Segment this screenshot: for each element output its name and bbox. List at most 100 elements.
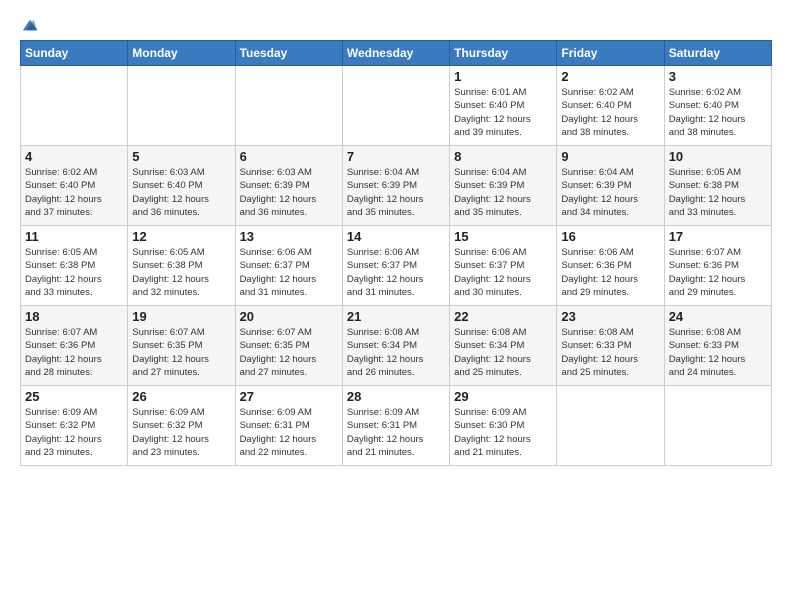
day-info: Sunrise: 6:07 AM Sunset: 6:36 PM Dayligh…	[669, 246, 767, 299]
calendar-cell	[342, 66, 449, 146]
calendar-cell	[21, 66, 128, 146]
day-number: 6	[240, 149, 338, 164]
calendar-header: SundayMondayTuesdayWednesdayThursdayFrid…	[21, 41, 772, 66]
weekday-header-wednesday: Wednesday	[342, 41, 449, 66]
day-number: 1	[454, 69, 552, 84]
calendar-cell: 3Sunrise: 6:02 AM Sunset: 6:40 PM Daylig…	[664, 66, 771, 146]
calendar-cell: 18 Sunrise: 6:07 AM Sunset: 6:36 PM Dayli…	[21, 306, 128, 386]
calendar-cell: 20Sunrise: 6:07 AM Sunset: 6:35 PM Dayli…	[235, 306, 342, 386]
weekday-header-monday: Monday	[128, 41, 235, 66]
weekday-header-thursday: Thursday	[450, 41, 557, 66]
day-info: Sunrise: 6:02 AM Sunset: 6:40 PM Dayligh…	[25, 166, 123, 219]
day-number: 7	[347, 149, 445, 164]
day-number: 10	[669, 149, 767, 164]
calendar-table: SundayMondayTuesdayWednesdayThursdayFrid…	[20, 40, 772, 466]
day-number: 2	[561, 69, 659, 84]
day-info: Sunrise: 6:02 AM Sunset: 6:40 PM Dayligh…	[669, 86, 767, 139]
header-area	[20, 16, 772, 30]
logo-icon	[21, 16, 39, 34]
weekday-header-tuesday: Tuesday	[235, 41, 342, 66]
weekday-header-saturday: Saturday	[664, 41, 771, 66]
weekday-header-sunday: Sunday	[21, 41, 128, 66]
calendar-cell: 27 Sunrise: 6:09 AM Sunset: 6:31 PM Dayli…	[235, 386, 342, 466]
calendar-cell: 19 Sunrise: 6:07 AM Sunset: 6:35 PM Dayli…	[128, 306, 235, 386]
day-info: Sunrise: 6:06 AM Sunset: 6:37 PM Dayligh…	[454, 246, 552, 299]
day-info: Sunrise: 6:03 AM Sunset: 6:39 PM Dayligh…	[240, 166, 338, 219]
calendar-cell: 5 Sunrise: 6:03 AM Sunset: 6:40 PM Daylig…	[128, 146, 235, 226]
calendar-cell	[664, 386, 771, 466]
day-info: Sunrise: 6:08 AM Sunset: 6:34 PM Dayligh…	[454, 326, 552, 379]
day-info: Sunrise: 6:09 AM Sunset: 6:31 PM Dayligh…	[240, 406, 338, 459]
calendar-cell: 25Sunrise: 6:09 AM Sunset: 6:32 PM Dayli…	[21, 386, 128, 466]
calendar-cell: 6 Sunrise: 6:03 AM Sunset: 6:39 PM Daylig…	[235, 146, 342, 226]
calendar-cell: 15 Sunrise: 6:06 AM Sunset: 6:37 PM Dayli…	[450, 226, 557, 306]
day-number: 17	[669, 229, 767, 244]
calendar-cell: 29 Sunrise: 6:09 AM Sunset: 6:30 PM Dayli…	[450, 386, 557, 466]
day-number: 18	[25, 309, 123, 324]
calendar-cell: 1 Sunrise: 6:01 AM Sunset: 6:40 PM Daylig…	[450, 66, 557, 146]
week-row-0: 1 Sunrise: 6:01 AM Sunset: 6:40 PM Daylig…	[21, 66, 772, 146]
logo	[20, 16, 39, 30]
day-number: 5	[132, 149, 230, 164]
calendar-cell: 24Sunrise: 6:08 AM Sunset: 6:33 PM Dayli…	[664, 306, 771, 386]
day-info: Sunrise: 6:04 AM Sunset: 6:39 PM Dayligh…	[347, 166, 445, 219]
calendar-cell: 23 Sunrise: 6:08 AM Sunset: 6:33 PM Dayli…	[557, 306, 664, 386]
day-number: 14	[347, 229, 445, 244]
day-info: Sunrise: 6:08 AM Sunset: 6:33 PM Dayligh…	[561, 326, 659, 379]
week-row-3: 18 Sunrise: 6:07 AM Sunset: 6:36 PM Dayli…	[21, 306, 772, 386]
day-number: 28	[347, 389, 445, 404]
calendar-cell: 10 Sunrise: 6:05 AM Sunset: 6:38 PM Dayli…	[664, 146, 771, 226]
day-number: 20	[240, 309, 338, 324]
calendar-cell: 8Sunrise: 6:04 AM Sunset: 6:39 PM Daylig…	[450, 146, 557, 226]
day-info: Sunrise: 6:08 AM Sunset: 6:34 PM Dayligh…	[347, 326, 445, 379]
week-row-2: 11Sunrise: 6:05 AM Sunset: 6:38 PM Dayli…	[21, 226, 772, 306]
day-number: 29	[454, 389, 552, 404]
day-number: 23	[561, 309, 659, 324]
day-number: 21	[347, 309, 445, 324]
day-number: 13	[240, 229, 338, 244]
header-row: SundayMondayTuesdayWednesdayThursdayFrid…	[21, 41, 772, 66]
calendar-cell: 7 Sunrise: 6:04 AM Sunset: 6:39 PM Daylig…	[342, 146, 449, 226]
weekday-header-friday: Friday	[557, 41, 664, 66]
day-info: Sunrise: 6:07 AM Sunset: 6:36 PM Dayligh…	[25, 326, 123, 379]
calendar-cell: 12 Sunrise: 6:05 AM Sunset: 6:38 PM Dayli…	[128, 226, 235, 306]
calendar-cell: 9 Sunrise: 6:04 AM Sunset: 6:39 PM Daylig…	[557, 146, 664, 226]
day-info: Sunrise: 6:09 AM Sunset: 6:30 PM Dayligh…	[454, 406, 552, 459]
calendar-cell	[557, 386, 664, 466]
day-number: 25	[25, 389, 123, 404]
day-number: 4	[25, 149, 123, 164]
calendar-cell: 2 Sunrise: 6:02 AM Sunset: 6:40 PM Daylig…	[557, 66, 664, 146]
day-number: 12	[132, 229, 230, 244]
calendar-cell: 13 Sunrise: 6:06 AM Sunset: 6:37 PM Dayli…	[235, 226, 342, 306]
day-number: 8	[454, 149, 552, 164]
day-info: Sunrise: 6:05 AM Sunset: 6:38 PM Dayligh…	[669, 166, 767, 219]
calendar-cell: 16Sunrise: 6:06 AM Sunset: 6:36 PM Dayli…	[557, 226, 664, 306]
day-number: 9	[561, 149, 659, 164]
day-info: Sunrise: 6:07 AM Sunset: 6:35 PM Dayligh…	[132, 326, 230, 379]
day-info: Sunrise: 6:05 AM Sunset: 6:38 PM Dayligh…	[25, 246, 123, 299]
day-number: 22	[454, 309, 552, 324]
calendar-cell: 11Sunrise: 6:05 AM Sunset: 6:38 PM Dayli…	[21, 226, 128, 306]
day-number: 24	[669, 309, 767, 324]
calendar-cell: 26Sunrise: 6:09 AM Sunset: 6:32 PM Dayli…	[128, 386, 235, 466]
day-info: Sunrise: 6:06 AM Sunset: 6:37 PM Dayligh…	[347, 246, 445, 299]
calendar-cell	[128, 66, 235, 146]
week-row-4: 25Sunrise: 6:09 AM Sunset: 6:32 PM Dayli…	[21, 386, 772, 466]
day-info: Sunrise: 6:05 AM Sunset: 6:38 PM Dayligh…	[132, 246, 230, 299]
calendar-cell: 22 Sunrise: 6:08 AM Sunset: 6:34 PM Dayli…	[450, 306, 557, 386]
day-info: Sunrise: 6:02 AM Sunset: 6:40 PM Dayligh…	[561, 86, 659, 139]
calendar-cell: 14 Sunrise: 6:06 AM Sunset: 6:37 PM Dayli…	[342, 226, 449, 306]
day-number: 26	[132, 389, 230, 404]
day-number: 15	[454, 229, 552, 244]
calendar-cell	[235, 66, 342, 146]
day-info: Sunrise: 6:03 AM Sunset: 6:40 PM Dayligh…	[132, 166, 230, 219]
calendar-cell: 21 Sunrise: 6:08 AM Sunset: 6:34 PM Dayli…	[342, 306, 449, 386]
day-number: 19	[132, 309, 230, 324]
calendar-cell: 4 Sunrise: 6:02 AM Sunset: 6:40 PM Daylig…	[21, 146, 128, 226]
day-number: 27	[240, 389, 338, 404]
page: SundayMondayTuesdayWednesdayThursdayFrid…	[0, 0, 792, 476]
day-info: Sunrise: 6:01 AM Sunset: 6:40 PM Dayligh…	[454, 86, 552, 139]
day-info: Sunrise: 6:04 AM Sunset: 6:39 PM Dayligh…	[561, 166, 659, 219]
day-info: Sunrise: 6:06 AM Sunset: 6:36 PM Dayligh…	[561, 246, 659, 299]
day-info: Sunrise: 6:06 AM Sunset: 6:37 PM Dayligh…	[240, 246, 338, 299]
